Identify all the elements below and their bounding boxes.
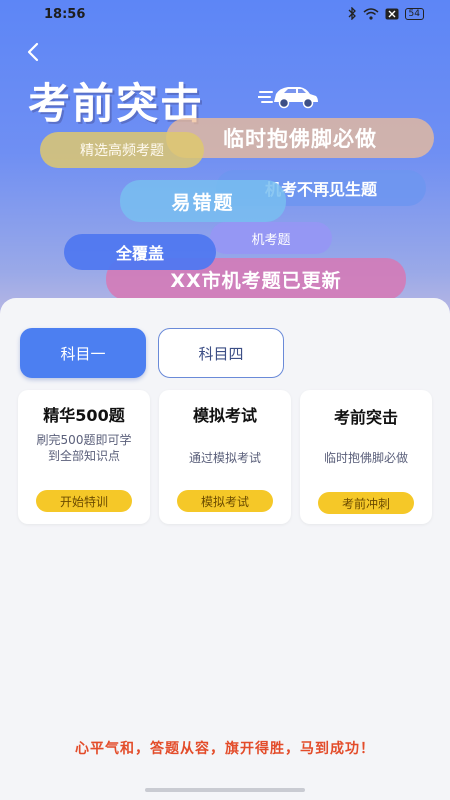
- battery-indicator: 54: [404, 7, 424, 20]
- status-icons: 54: [347, 7, 424, 20]
- home-indicator[interactable]: [145, 788, 305, 792]
- car-icon: [258, 87, 318, 109]
- hero-banner: 18:56 54 考前突击 临时抱佛脚必做 精选高频考题 机考不再见生题 易错题…: [0, 0, 450, 340]
- card-mock-exam[interactable]: 模拟考试 通过模拟考试 模拟考试: [159, 390, 291, 524]
- back-arrow-icon[interactable]: [22, 40, 46, 64]
- card-title: 精华500题: [43, 406, 125, 425]
- tag-bubble: 全覆盖: [64, 234, 216, 270]
- tag-text: 机考题: [251, 232, 291, 248]
- tab-subject-four[interactable]: 科目四: [158, 328, 284, 378]
- card-title: 考前突击: [333, 408, 398, 427]
- mock-exam-button[interactable]: 模拟考试: [177, 490, 273, 512]
- card-description: 通过模拟考试: [188, 451, 261, 465]
- card-pre-exam-sprint[interactable]: 考前突击 临时抱佛脚必做 考前冲刺: [300, 390, 432, 524]
- tag-text: 全覆盖: [115, 244, 164, 263]
- wifi-icon: [363, 7, 379, 20]
- tag-bubble: 机考题: [210, 222, 332, 254]
- tag-bubble: 临时抱佛脚必做: [166, 118, 434, 158]
- start-training-button[interactable]: 开始特训: [36, 490, 132, 512]
- card-essence-500[interactable]: 精华500题 刷完500题即可学到全部知识点 开始特训: [18, 390, 150, 524]
- status-time: 18:56: [44, 7, 86, 22]
- card-description: 刷完500题即可学到全部知识点: [36, 433, 132, 463]
- motto-text: 心平气和，答题从容，旗开得胜，马到成功！: [75, 741, 375, 757]
- tag-bubble: 易错题: [120, 180, 286, 222]
- card-description: 临时抱佛脚必做: [323, 451, 408, 465]
- tab-subject-one[interactable]: 科目一: [20, 328, 146, 378]
- tag-bubble: 精选高频考题: [40, 132, 204, 168]
- tag-text: 临时抱佛脚必做: [223, 127, 377, 151]
- tag-text: 精选高频考题: [80, 143, 164, 159]
- sim-off-icon: [385, 8, 399, 19]
- sprint-button[interactable]: 考前冲刺: [318, 492, 414, 514]
- bluetooth-icon: [348, 7, 356, 20]
- tag-text: 易错题: [171, 191, 235, 214]
- card-title: 模拟考试: [192, 406, 257, 425]
- status-bar: 18:56 54: [0, 0, 450, 30]
